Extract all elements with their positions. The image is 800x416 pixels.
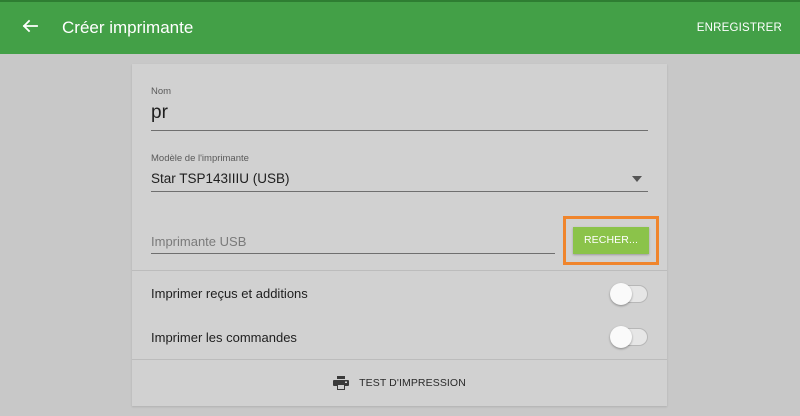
name-field-label: Nom <box>151 86 172 97</box>
model-select-underline <box>151 191 648 192</box>
search-usb-button[interactable]: RECHER... <box>573 227 649 254</box>
toggle-knob <box>610 326 632 348</box>
print-orders-label: Imprimer les commandes <box>151 330 297 345</box>
toggle-knob <box>610 283 632 305</box>
search-button-highlight: RECHER... <box>563 216 659 265</box>
usb-printer-underline <box>151 253 555 254</box>
model-field-label: Modèle de l'imprimante <box>151 153 249 164</box>
back-button[interactable] <box>12 8 48 48</box>
printer-icon <box>333 376 350 390</box>
save-button[interactable]: ENREGISTRER <box>697 20 782 36</box>
name-field-underline <box>151 130 648 131</box>
app-bar: Créer imprimante ENREGISTRER <box>0 2 800 54</box>
print-receipts-label: Imprimer reçus et additions <box>151 286 308 301</box>
name-field[interactable]: pr <box>151 102 168 124</box>
test-print-button[interactable]: TEST D'IMPRESSION <box>132 360 667 406</box>
printer-form-card: Nom pr Modèle de l'imprimante Star TSP14… <box>132 64 667 406</box>
arrow-left-icon <box>22 18 38 39</box>
usb-printer-field[interactable]: Imprimante USB <box>151 234 246 250</box>
print-orders-toggle[interactable] <box>610 325 650 349</box>
page-title: Créer imprimante <box>62 18 194 37</box>
dropdown-arrow-icon[interactable] <box>630 174 644 184</box>
print-receipts-toggle[interactable] <box>610 282 650 306</box>
section-divider <box>132 270 667 271</box>
test-print-label: TEST D'IMPRESSION <box>359 377 466 389</box>
model-select[interactable]: Star TSP143IIIU (USB) <box>151 171 290 187</box>
